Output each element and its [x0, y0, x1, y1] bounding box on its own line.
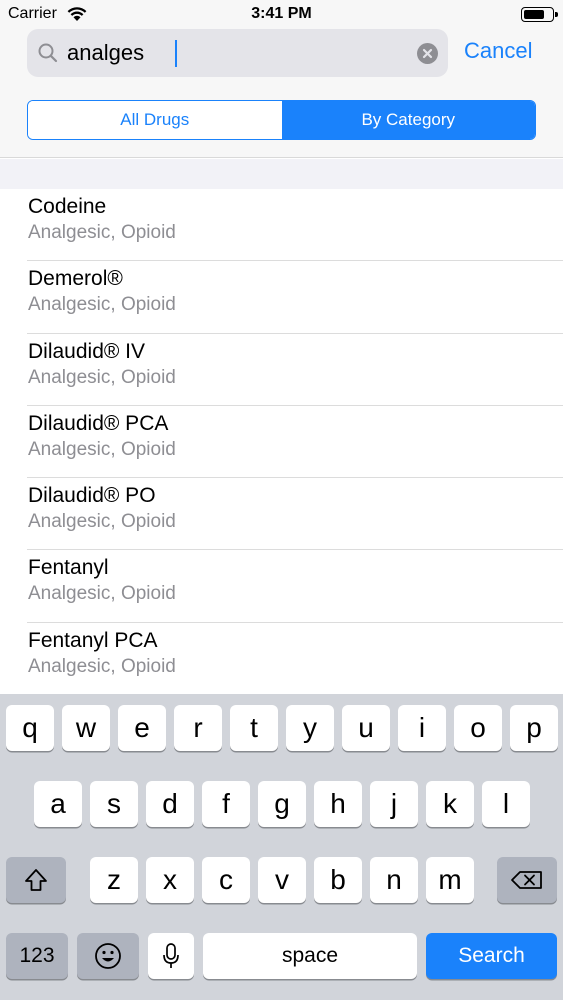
- results-list: Codeine Analgesic, Opioid Demerol® Analg…: [0, 189, 563, 694]
- search-header: Cancel All Drugs By Category: [0, 28, 563, 158]
- key-d[interactable]: d: [146, 781, 194, 827]
- list-item[interactable]: Dilaudid® PCA Analgesic, Opioid: [0, 406, 563, 479]
- search-icon: [38, 43, 58, 63]
- search-key[interactable]: Search: [426, 933, 557, 979]
- microphone-icon: [163, 943, 179, 968]
- space-key[interactable]: space: [203, 933, 417, 979]
- key-h[interactable]: h: [314, 781, 362, 827]
- drug-category: Analgesic, Opioid: [28, 583, 176, 605]
- clock: 3:41 PM: [251, 5, 312, 22]
- key-e[interactable]: e: [118, 705, 166, 751]
- drug-name: Fentanyl PCA: [28, 628, 158, 652]
- key-b[interactable]: b: [314, 857, 362, 903]
- clear-icon[interactable]: [417, 43, 438, 64]
- key-z[interactable]: z: [90, 857, 138, 903]
- key-k[interactable]: k: [426, 781, 474, 827]
- dictation-key[interactable]: [148, 933, 194, 979]
- key-w[interactable]: w: [62, 705, 110, 751]
- drug-category: Analgesic, Opioid: [28, 366, 176, 388]
- key-r[interactable]: r: [174, 705, 222, 751]
- drug-name: Fentanyl: [28, 556, 109, 580]
- drug-category: Analgesic, Opioid: [28, 294, 176, 316]
- cancel-button[interactable]: Cancel: [464, 38, 532, 64]
- segment-all-drugs[interactable]: All Drugs: [28, 101, 282, 139]
- numbers-key[interactable]: 123: [6, 933, 68, 979]
- key-f[interactable]: f: [202, 781, 250, 827]
- key-j[interactable]: j: [370, 781, 418, 827]
- keyboard: q w e r t y u i o p a s d f g h j k l z …: [0, 694, 563, 1000]
- battery-icon: [521, 7, 558, 22]
- drug-name: Demerol®: [28, 267, 123, 291]
- drug-category: Analgesic, Opioid: [28, 655, 176, 677]
- key-s[interactable]: s: [90, 781, 138, 827]
- key-y[interactable]: y: [286, 705, 334, 751]
- drug-name: Dilaudid® IV: [28, 339, 146, 363]
- key-l[interactable]: l: [482, 781, 530, 827]
- shift-key[interactable]: [6, 857, 66, 903]
- list-item[interactable]: Demerol® Analgesic, Opioid: [0, 261, 563, 334]
- key-o[interactable]: o: [454, 705, 502, 751]
- drug-name: Dilaudid® PO: [28, 484, 156, 508]
- drug-category: Analgesic, Opioid: [28, 438, 176, 460]
- segmented-control: All Drugs By Category: [27, 100, 536, 140]
- key-u[interactable]: u: [342, 705, 390, 751]
- key-p[interactable]: p: [510, 705, 558, 751]
- drug-category: Analgesic, Opioid: [28, 511, 176, 533]
- shift-icon: [25, 869, 47, 891]
- search-input[interactable]: [67, 37, 407, 69]
- text-cursor: [175, 40, 177, 67]
- emoji-icon: [95, 943, 121, 969]
- key-x[interactable]: x: [146, 857, 194, 903]
- status-bar: Carrier 3:41 PM: [0, 0, 563, 28]
- drug-category: Analgesic, Opioid: [28, 222, 176, 243]
- list-item[interactable]: Codeine Analgesic, Opioid: [0, 189, 563, 262]
- key-n[interactable]: n: [370, 857, 418, 903]
- key-m[interactable]: m: [426, 857, 474, 903]
- list-item[interactable]: Fentanyl Analgesic, Opioid: [0, 550, 563, 624]
- list-item[interactable]: Fentanyl PCA Analgesic, Opioid: [0, 623, 563, 694]
- delete-icon: [511, 871, 542, 889]
- key-a[interactable]: a: [34, 781, 82, 827]
- list-item[interactable]: Dilaudid® PO Analgesic, Opioid: [0, 478, 563, 551]
- search-bar[interactable]: [27, 29, 448, 77]
- battery-fill: [524, 10, 544, 19]
- delete-key[interactable]: [497, 857, 557, 903]
- list-item[interactable]: Dilaudid® IV Analgesic, Opioid: [0, 334, 563, 407]
- drug-name: Dilaudid® PCA: [28, 411, 169, 435]
- drug-name: Codeine: [28, 195, 107, 218]
- segment-by-category[interactable]: By Category: [281, 101, 535, 139]
- emoji-key[interactable]: [77, 933, 139, 979]
- list-header-spacer: [0, 159, 563, 189]
- key-v[interactable]: v: [258, 857, 306, 903]
- key-g[interactable]: g: [258, 781, 306, 827]
- key-c[interactable]: c: [202, 857, 250, 903]
- key-q[interactable]: q: [6, 705, 54, 751]
- key-t[interactable]: t: [230, 705, 278, 751]
- key-i[interactable]: i: [398, 705, 446, 751]
